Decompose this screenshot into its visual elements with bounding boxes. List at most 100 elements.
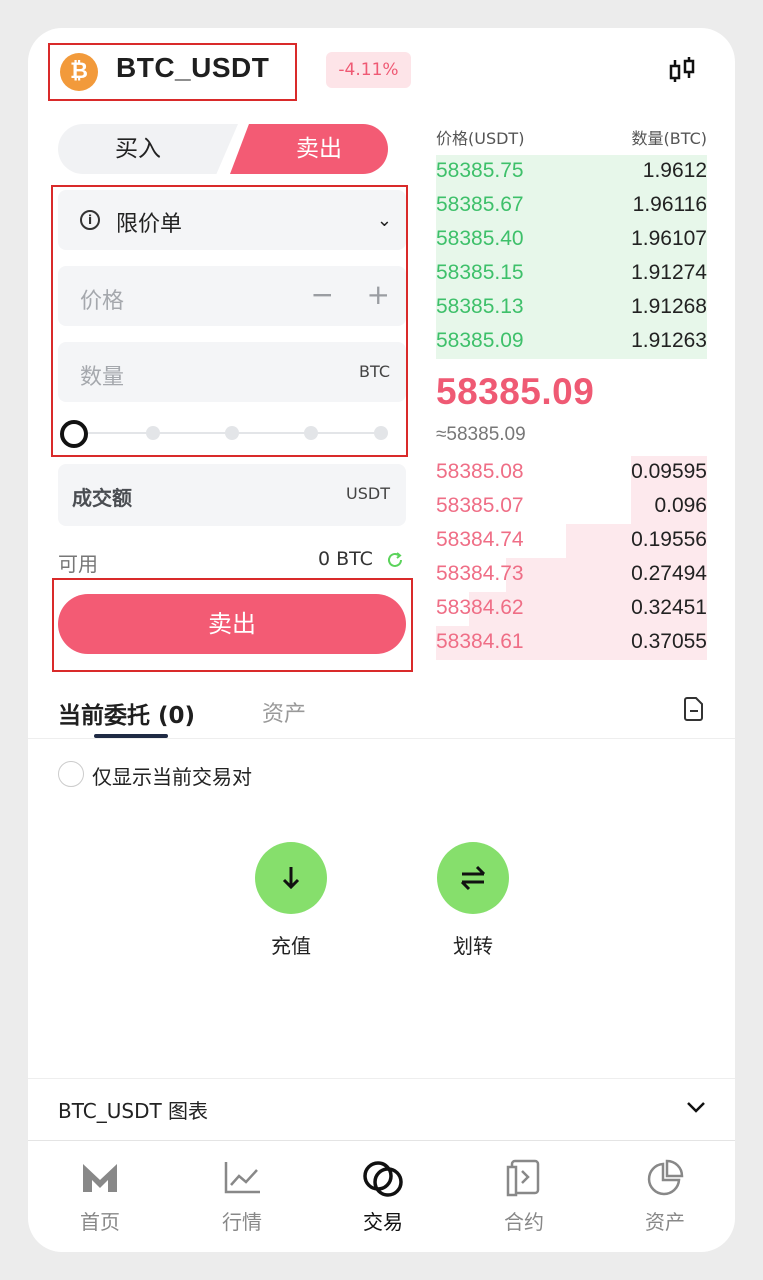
nav-market[interactable]: 行情	[202, 1158, 282, 1235]
section-divider	[28, 738, 735, 739]
total-unit: USDT	[346, 484, 390, 503]
pie-chart-icon	[647, 1159, 684, 1196]
nav-home[interactable]: 首页	[60, 1158, 140, 1235]
ask-row[interactable]: 58384.62 0.32451	[436, 592, 707, 626]
bid-qty: 1.96116	[632, 193, 707, 216]
bid-price: 58385.09	[436, 329, 524, 352]
arrow-down-icon	[282, 867, 300, 890]
last-price-approx: ≈58385.09	[436, 424, 526, 445]
nav-assets[interactable]: 资产	[625, 1158, 705, 1235]
ask-qty: 0.09595	[631, 460, 707, 483]
ask-qty: 0.32451	[631, 596, 707, 619]
bottom-nav-divider	[28, 1140, 735, 1141]
ask-price: 58384.74	[436, 528, 524, 551]
nav-trade-label: 交易	[363, 1210, 403, 1234]
chart-bar-label[interactable]: BTC_USDT 图表	[58, 1095, 208, 1124]
bitcoin-icon: ₿	[60, 53, 98, 91]
slider-step-25[interactable]	[146, 426, 160, 440]
transfer-button[interactable]	[437, 842, 509, 914]
ask-price: 58384.61	[436, 630, 524, 653]
current-pair-only-label[interactable]: 仅显示当前交易对	[92, 761, 252, 790]
ask-qty: 0.27494	[631, 562, 707, 585]
order-type-label: 限价单	[116, 212, 183, 237]
nav-contract[interactable]: 合约	[484, 1158, 564, 1235]
deposit-button[interactable]	[255, 842, 327, 914]
slider-step-100[interactable]	[374, 426, 388, 440]
info-icon[interactable]: i	[80, 210, 100, 230]
ask-price: 58384.73	[436, 562, 524, 585]
quantity-input[interactable]: 数量 BTC	[58, 342, 406, 402]
ask-row[interactable]: 58384.74 0.19556	[436, 524, 707, 558]
bid-row[interactable]: 58385.15 1.91274	[436, 257, 707, 291]
sell-tab[interactable]: 卖出	[230, 124, 388, 174]
ask-qty: 0.37055	[631, 630, 707, 653]
sell-submit-button[interactable]: 卖出	[58, 594, 406, 654]
chevron-down-icon: ⌄	[376, 210, 392, 231]
price-input[interactable]: 价格 − +	[58, 266, 406, 326]
order-history-icon[interactable]	[683, 696, 705, 722]
quantity-unit: BTC	[359, 362, 390, 381]
orderbook-qty-header: 数量(BTC)	[631, 129, 707, 148]
price-placeholder: 价格	[80, 289, 125, 314]
bid-qty: 1.91263	[631, 329, 707, 352]
ask-row[interactable]: 58384.73 0.27494	[436, 558, 707, 592]
orderbook-price-header: 价格(USDT)	[436, 129, 525, 148]
bid-price: 58385.67	[436, 193, 524, 216]
phone-frame: ₿ BTC_USDT -4.11% 买入 卖出 i 限价单 ⌄ 价格 − + 数…	[28, 28, 735, 1252]
quantity-placeholder: 数量	[80, 365, 125, 390]
ask-price: 58385.08	[436, 460, 524, 483]
current-pair-only-checkbox[interactable]	[58, 761, 84, 787]
transfer-arrows-icon	[460, 865, 486, 891]
slider-step-50[interactable]	[225, 426, 239, 440]
ask-qty: 0.096	[654, 494, 707, 517]
nav-trade[interactable]: 交易	[343, 1158, 423, 1235]
chart-bar-divider	[28, 1078, 735, 1079]
last-price: 58385.09	[436, 371, 595, 412]
ask-qty: 0.19556	[631, 528, 707, 551]
buy-tab[interactable]: 买入	[58, 124, 238, 174]
contract-doc-icon	[506, 1159, 540, 1197]
bid-price: 58385.40	[436, 227, 524, 250]
bid-price: 58385.13	[436, 295, 524, 318]
slider-knob[interactable]	[60, 420, 88, 448]
bid-qty: 1.91274	[631, 261, 707, 284]
pair-selector[interactable]: BTC_USDT	[116, 52, 269, 84]
price-increment-button[interactable]: +	[367, 278, 390, 311]
total-input[interactable]: 成交额 USDT	[58, 464, 406, 526]
tab-assets[interactable]: 资产	[262, 696, 306, 728]
bid-row[interactable]: 58385.09 1.91263	[436, 325, 707, 359]
nav-market-label: 行情	[222, 1210, 262, 1234]
refresh-icon[interactable]	[385, 550, 405, 570]
trade-circles-icon	[363, 1161, 403, 1197]
deposit-label: 充值	[271, 934, 311, 958]
total-label: 成交额	[72, 486, 132, 510]
available-value: 0 BTC	[318, 548, 373, 570]
price-change-badge: -4.11%	[326, 52, 411, 88]
bid-row[interactable]: 58385.40 1.96107	[436, 223, 707, 257]
bid-qty: 1.91268	[631, 295, 707, 318]
ask-row[interactable]: 58384.61 0.37055	[436, 626, 707, 660]
ask-price: 58384.62	[436, 596, 524, 619]
buy-sell-toggle: 买入 卖出	[58, 124, 388, 174]
bid-price: 58385.15	[436, 261, 524, 284]
bid-row[interactable]: 58385.67 1.96116	[436, 189, 707, 223]
tab-current-orders[interactable]: 当前委托 (0)	[58, 696, 195, 730]
bid-row[interactable]: 58385.13 1.91268	[436, 291, 707, 325]
bid-price: 58385.75	[436, 159, 524, 182]
bid-qty: 1.96107	[631, 227, 707, 250]
line-chart-icon	[224, 1162, 260, 1194]
amount-slider[interactable]	[60, 418, 390, 448]
price-decrement-button[interactable]: −	[311, 278, 334, 311]
chevron-down-icon[interactable]	[685, 1096, 707, 1118]
slider-step-75[interactable]	[304, 426, 318, 440]
ask-row[interactable]: 58385.07 0.096	[436, 490, 707, 524]
ask-row[interactable]: 58385.08 0.09595	[436, 456, 707, 490]
candlestick-chart-icon[interactable]	[665, 54, 699, 88]
available-label: 可用	[58, 552, 98, 576]
home-logo-icon	[83, 1164, 117, 1192]
bid-row[interactable]: 58385.75 1.9612	[436, 155, 707, 189]
transfer-label: 划转	[453, 934, 493, 958]
order-type-select[interactable]: i 限价单 ⌄	[58, 190, 406, 250]
nav-assets-label: 资产	[645, 1210, 685, 1234]
nav-home-label: 首页	[80, 1210, 120, 1234]
